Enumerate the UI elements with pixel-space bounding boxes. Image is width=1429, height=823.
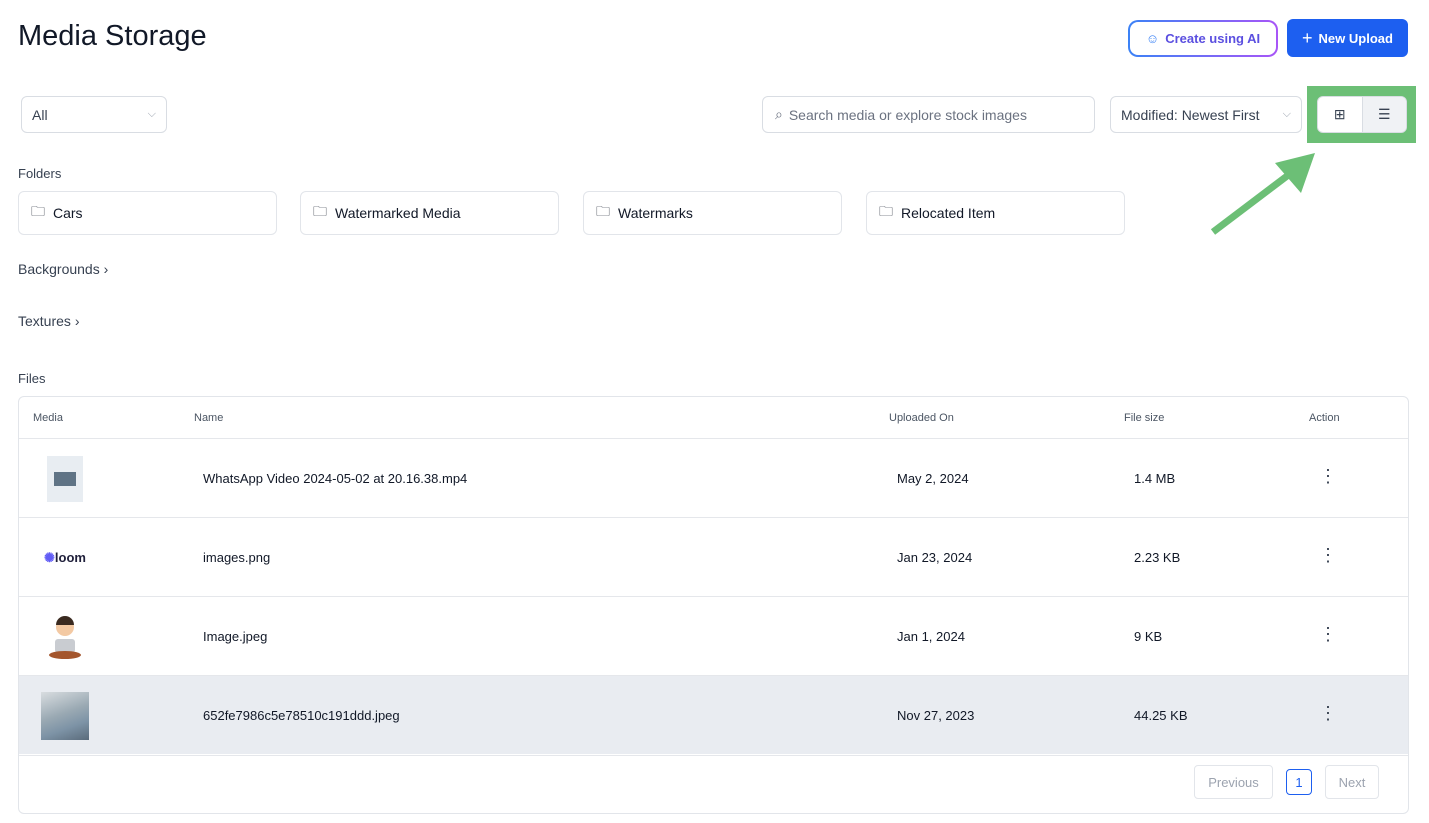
loom-logo: ✺loom: [44, 550, 86, 565]
files-label: Files: [18, 371, 46, 386]
room-photo: [41, 692, 89, 740]
more-actions-icon[interactable]: ⋮: [1319, 467, 1337, 485]
folder-relocated-item[interactable]: 🗀 Relocated Item: [866, 191, 1125, 235]
chevron-down-icon: ⌵: [147, 108, 156, 120]
backgrounds-collection[interactable]: Backgrounds ›: [18, 261, 108, 277]
folder-icon: 🗀: [879, 203, 893, 219]
more-actions-icon[interactable]: ⋮: [1319, 625, 1337, 643]
search-icon: ⌕: [775, 106, 783, 122]
list-view-button[interactable]: ☰: [1361, 97, 1406, 132]
folders-label: Folders: [18, 166, 62, 181]
page-1-button[interactable]: 1: [1286, 769, 1312, 795]
table-row[interactable]: Image.jpeg Jan 1, 2024 9 KB ⋮: [19, 596, 1408, 675]
sort-select[interactable]: Modified: Newest First ⌵: [1110, 96, 1302, 133]
list-icon: ☰: [1377, 106, 1391, 122]
folder-watermarks[interactable]: 🗀 Watermarks: [583, 191, 842, 235]
search-input[interactable]: ⌕ Search media or explore stock images: [762, 96, 1095, 133]
chevron-down-icon: ⌵: [1282, 108, 1291, 120]
folder-icon: 🗀: [313, 203, 327, 219]
page-title: Media Storage: [18, 20, 207, 52]
new-upload-button[interactable]: + New Upload: [1287, 19, 1408, 57]
folder-cars[interactable]: 🗀 Cars: [18, 191, 277, 235]
column-name: Name: [194, 412, 224, 424]
chevron-right-icon: ›: [74, 313, 80, 329]
next-page-button[interactable]: Next: [1325, 765, 1379, 799]
folder-icon: 🗀: [596, 203, 610, 219]
plus-icon: +: [1302, 27, 1313, 48]
table-row[interactable]: WhatsApp Video 2024-05-02 at 20.16.38.mp…: [19, 438, 1408, 517]
more-actions-icon[interactable]: ⋮: [1319, 704, 1337, 722]
more-actions-icon[interactable]: ⋮: [1319, 546, 1337, 564]
avatar-illustration: [41, 613, 89, 661]
create-using-ai-button[interactable]: ☺ Create using AI: [1128, 20, 1278, 57]
column-media: Media: [33, 412, 63, 424]
folder-icon: 🗀: [31, 203, 45, 219]
table-row[interactable]: 652fe7986c5e78510c191ddd.jpeg Nov 27, 20…: [19, 675, 1408, 754]
robot-icon: ☺: [1145, 31, 1160, 46]
chevron-right-icon: ›: [103, 261, 109, 277]
folder-watermarked-media[interactable]: 🗀 Watermarked Media: [300, 191, 559, 235]
video-file-icon: [41, 455, 89, 503]
textures-collection[interactable]: Textures ›: [18, 313, 79, 329]
view-toggle[interactable]: ⊞ ☰: [1317, 96, 1407, 133]
grid-view-button[interactable]: ⊞: [1318, 97, 1362, 132]
files-table: Media Name Uploaded On File size Action …: [18, 396, 1409, 814]
grid-icon: ⊞: [1333, 106, 1346, 122]
column-file-size: File size: [1124, 412, 1165, 424]
previous-page-button[interactable]: Previous: [1194, 765, 1273, 799]
table-row[interactable]: ✺loom images.png Jan 23, 2024 2.23 KB ⋮: [19, 517, 1408, 596]
type-filter-select[interactable]: All ⌵: [21, 96, 167, 133]
column-action: Action: [1309, 412, 1340, 424]
column-uploaded-on: Uploaded On: [889, 412, 954, 424]
annotation-arrow-icon: [1210, 153, 1315, 235]
